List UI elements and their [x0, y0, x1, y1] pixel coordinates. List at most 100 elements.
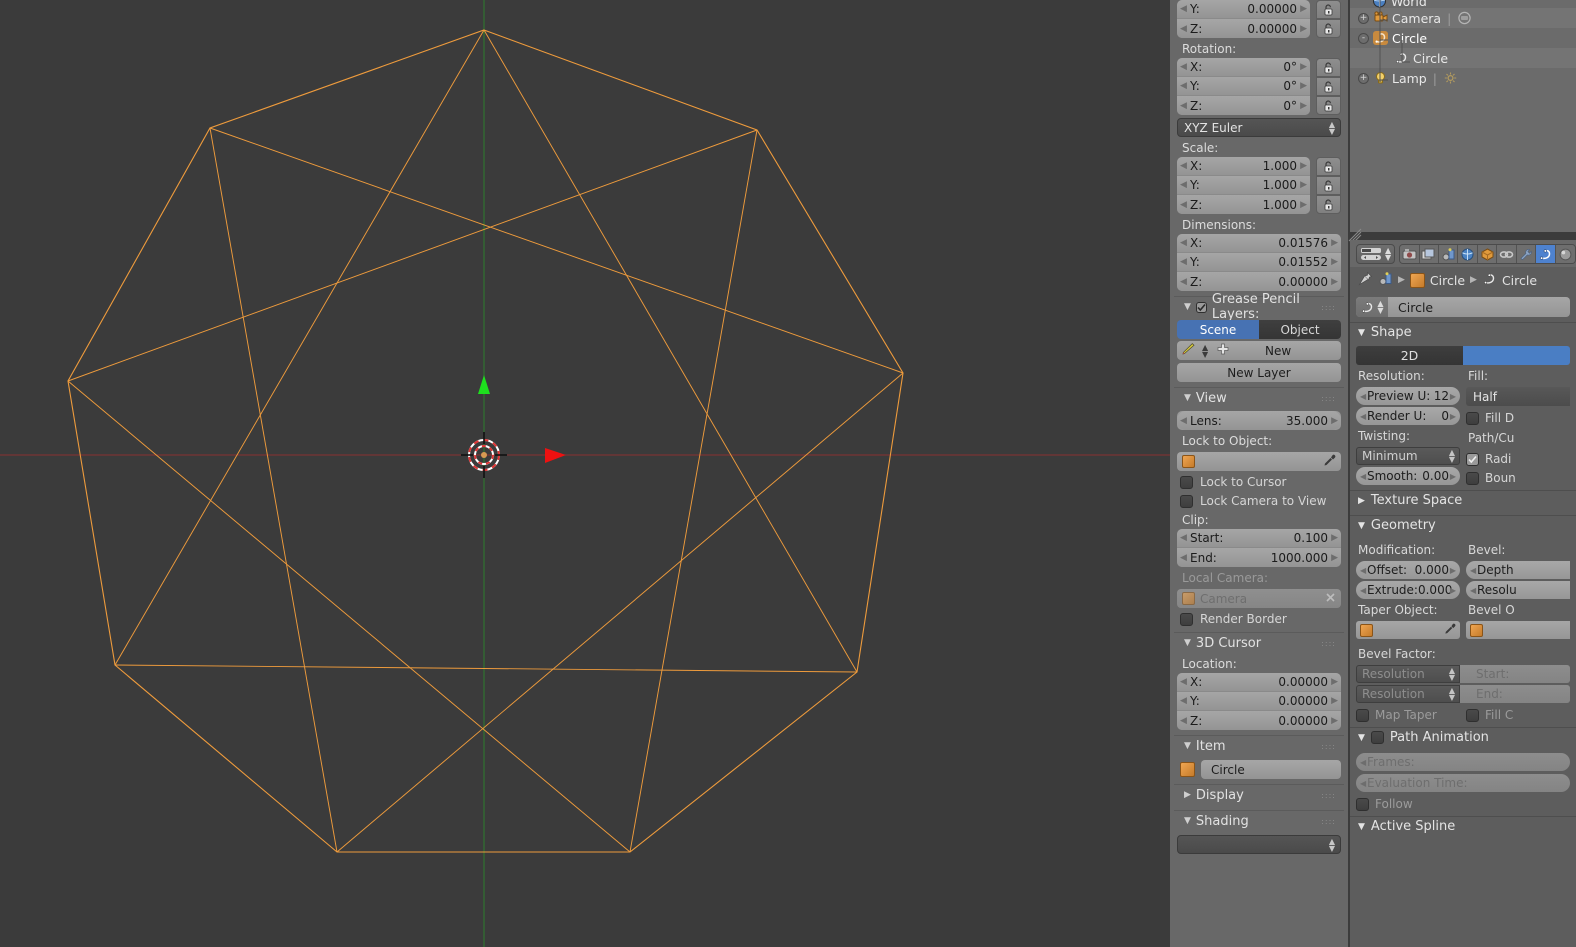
bf-end-field[interactable]: End: — [1460, 685, 1570, 703]
lock-icon[interactable] — [1316, 157, 1341, 176]
lock-icon[interactable] — [1316, 58, 1341, 77]
new-layer-button[interactable]: New Layer — [1177, 363, 1341, 382]
decrement-arrow[interactable]: ◀ — [1180, 553, 1187, 563]
datablock-selector[interactable]: ▲ ▼ — [1356, 297, 1388, 317]
spinner-icon[interactable]: ▲ ▼ — [1202, 343, 1208, 358]
increment-arrow[interactable]: ▶ — [1300, 200, 1307, 210]
active-spline-panel-header[interactable]: ▼ Active Spline — [1350, 816, 1576, 836]
render-border-row[interactable]: Render Border — [1174, 608, 1344, 627]
decrement-arrow[interactable]: ◀ — [1180, 4, 1187, 14]
checkbox-icon[interactable] — [1180, 494, 1193, 508]
extrude-field[interactable]: ◀ Extrude: 0.000 ▶ — [1356, 581, 1460, 599]
increment-arrow[interactable]: ▶ — [1300, 101, 1307, 111]
scale-lock-column[interactable] — [1316, 157, 1341, 214]
decrement-arrow[interactable]: ◀ — [1180, 62, 1187, 72]
decrement-arrow[interactable]: ◀ — [1360, 758, 1366, 767]
increment-arrow[interactable]: ▶ — [1450, 472, 1456, 481]
item-name-field[interactable]: Circle — [1201, 760, 1341, 779]
geometry-panel-header[interactable]: ▼ Geometry — [1350, 515, 1576, 535]
bevel-object-field[interactable] — [1466, 621, 1570, 639]
decrement-arrow[interactable]: ◀ — [1360, 586, 1366, 595]
breadcrumb[interactable]: ▶ Circle ▶ Circle — [1350, 267, 1576, 293]
twisting-dropdown[interactable]: Minimum ▲ ▼ — [1356, 447, 1460, 465]
lock-icon[interactable] — [1316, 19, 1341, 38]
lock-icon[interactable] — [1316, 77, 1341, 96]
shape-panel-header[interactable]: ▼ Shape — [1350, 322, 1576, 342]
radius-row[interactable]: Radi — [1466, 447, 1570, 466]
gp-scene-button[interactable]: Scene — [1177, 320, 1259, 339]
increment-arrow[interactable]: ▶ — [1331, 533, 1338, 543]
checkbox-icon[interactable] — [1180, 475, 1193, 489]
properties-header[interactable]: ▲ ▼ — [1350, 240, 1576, 267]
location-fields-group[interactable]: ◀ Y: 0.00000 ▶ ◀ Z: 0.00000 ▶ — [1177, 0, 1310, 38]
increment-arrow[interactable]: ▶ — [1300, 24, 1307, 34]
datablock-name-value[interactable]: Circle — [1398, 300, 1433, 315]
checkbox-icon[interactable] — [1370, 731, 1384, 744]
increment-arrow[interactable]: ▶ — [1450, 412, 1456, 421]
pin-icon[interactable] — [1358, 271, 1373, 289]
decrement-arrow[interactable]: ◀ — [1470, 566, 1476, 575]
fill-deformed-row[interactable]: Fill D — [1466, 406, 1570, 425]
increment-arrow[interactable]: ▶ — [1331, 677, 1338, 687]
tab-render-layers[interactable] — [1419, 244, 1440, 263]
editor-type-selector[interactable]: ▲ ▼ — [1356, 243, 1396, 264]
decrement-arrow[interactable]: ◀ — [1180, 277, 1187, 287]
lock-camera-to-view-row[interactable]: Lock Camera to View — [1174, 490, 1344, 509]
breadcrumb-data[interactable]: Circle — [1502, 273, 1537, 288]
decrement-arrow[interactable]: ◀ — [1180, 696, 1187, 706]
item-name-row[interactable]: Circle — [1174, 756, 1344, 779]
cursor-y-field[interactable]: ◀ Y: 0.00000 ▶ — [1177, 692, 1341, 711]
local-camera-field[interactable]: Camera — [1177, 589, 1341, 608]
checkbox-checked-icon[interactable] — [1195, 301, 1207, 313]
decrement-arrow[interactable]: ◀ — [1180, 161, 1187, 171]
outliner-editor[interactable]: World + Camera | - Circle Circle + Lamp … — [1350, 0, 1576, 232]
preview-u-field[interactable]: ◀ Preview U: 12 ▶ — [1356, 387, 1460, 405]
follow-row[interactable]: Follow — [1356, 792, 1570, 811]
increment-arrow[interactable]: ▶ — [1450, 566, 1456, 575]
decrement-arrow[interactable]: ◀ — [1180, 238, 1187, 248]
shading-panel-header[interactable]: ▼ Shading :::: — [1174, 810, 1344, 831]
fill-caps-row[interactable]: Fill C — [1466, 703, 1570, 722]
decrement-arrow[interactable]: ◀ — [1180, 416, 1187, 426]
decrement-arrow[interactable]: ◀ — [1360, 472, 1366, 481]
shape-dimension-toggle[interactable]: 2D — [1356, 346, 1570, 365]
decrement-arrow[interactable]: ◀ — [1180, 81, 1187, 91]
shape-3d-button[interactable] — [1463, 346, 1570, 365]
bevel-depth-field[interactable]: ◀ Depth — [1466, 561, 1570, 579]
lock-icon[interactable] — [1316, 0, 1341, 19]
decrement-arrow[interactable]: ◀ — [1360, 412, 1366, 421]
rotation-x-field[interactable]: ◀ X: 0° ▶ — [1177, 58, 1310, 77]
smooth-field[interactable]: ◀ Smooth: 0.00 ▶ — [1356, 467, 1460, 485]
render-u-field[interactable]: ◀ Render U: 0 ▶ — [1356, 407, 1460, 425]
view-panel-header[interactable]: ▼ View :::: — [1174, 387, 1344, 408]
datablock-name-field[interactable]: ▲ ▼ Circle — [1356, 297, 1570, 317]
tab-material[interactable] — [1555, 244, 1576, 263]
increment-arrow[interactable]: ▶ — [1331, 696, 1338, 706]
increment-arrow[interactable]: ▶ — [1300, 161, 1307, 171]
pencil-icon[interactable] — [1182, 342, 1197, 359]
increment-arrow[interactable]: ▶ — [1450, 392, 1456, 401]
bounds-row[interactable]: Boun — [1466, 466, 1570, 485]
location-lock-column[interactable] — [1316, 0, 1341, 38]
lock-icon[interactable] — [1316, 96, 1341, 115]
spinner-icon[interactable]: ▲ ▼ — [1385, 246, 1391, 261]
tab-object-data[interactable] — [1536, 244, 1556, 263]
eyedropper-icon[interactable] — [1444, 623, 1456, 638]
tab-modifiers[interactable] — [1516, 244, 1537, 263]
checkbox-icon[interactable] — [1180, 612, 1193, 626]
rotation-lock-column[interactable] — [1316, 58, 1341, 115]
bf-end-mode-dropdown[interactable]: Resolution ▲ ▼ — [1356, 685, 1460, 703]
scale-y-field[interactable]: ◀ Y: 1.000 ▶ — [1177, 176, 1310, 195]
decrement-arrow[interactable]: ◀ — [1180, 716, 1187, 726]
cursor-x-field[interactable]: ◀ X: 0.00000 ▶ — [1177, 673, 1341, 692]
increment-arrow[interactable]: ▶ — [1300, 4, 1307, 14]
tab-render[interactable] — [1400, 244, 1420, 263]
bf-start-field[interactable]: Start: — [1460, 665, 1570, 683]
clip-end-field[interactable]: ◀ End: 1000.000 ▶ — [1177, 548, 1341, 567]
map-taper-row[interactable]: Map Taper — [1356, 703, 1460, 722]
lock-icon[interactable] — [1316, 176, 1341, 195]
rotation-y-field[interactable]: ◀ Y: 0° ▶ — [1177, 77, 1310, 96]
checkbox-icon[interactable] — [1466, 411, 1479, 425]
scale-z-field[interactable]: ◀ Z: 1.000 ▶ — [1177, 195, 1310, 214]
bf-start-mode-dropdown[interactable]: Resolution ▲ ▼ — [1356, 665, 1460, 683]
